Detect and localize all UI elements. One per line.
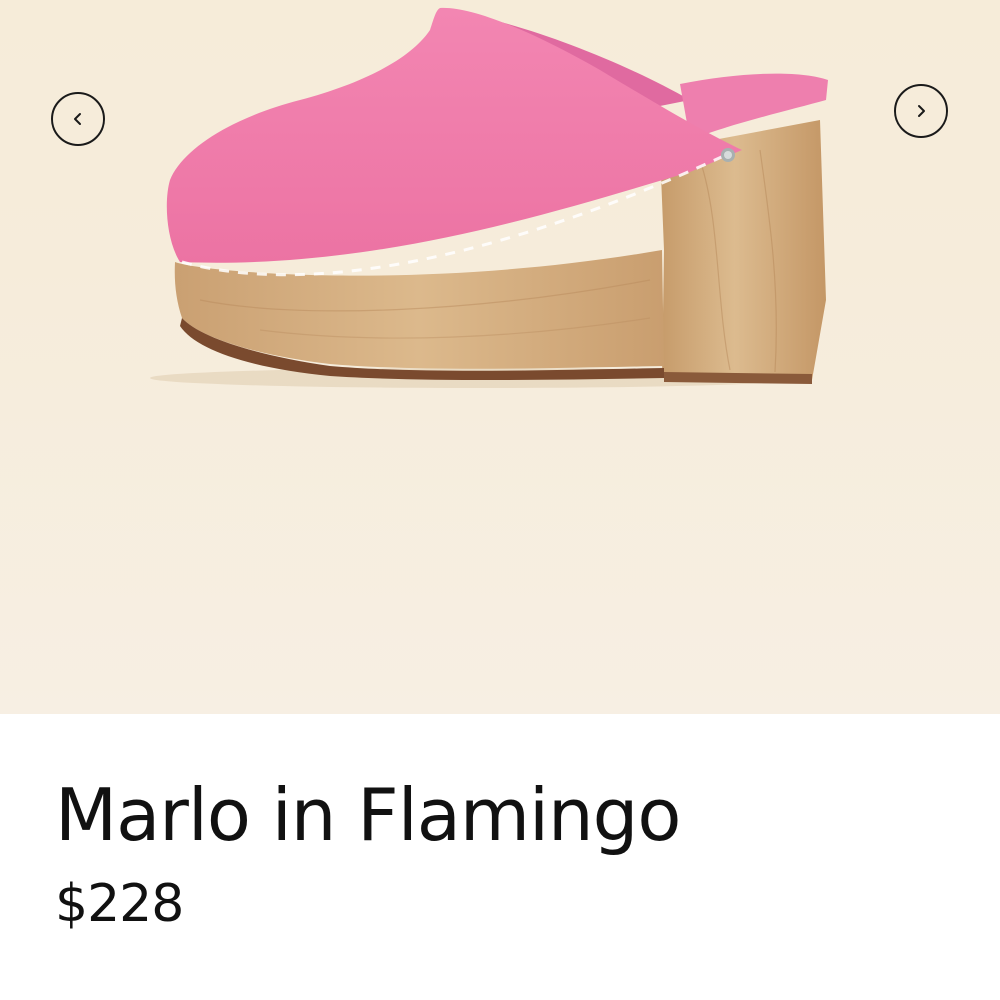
product-price: $228: [55, 874, 184, 934]
product-page: Marlo in Flamingo $228: [0, 0, 1000, 1000]
product-title: Marlo in Flamingo: [55, 773, 681, 857]
product-info: Marlo in Flamingo $228: [0, 714, 1000, 1000]
product-image: [0, 7, 1000, 714]
previous-image-button[interactable]: [51, 92, 105, 146]
product-image-gallery[interactable]: [0, 0, 1000, 714]
chevron-left-icon: [74, 113, 81, 125]
chevron-right-icon: [918, 105, 925, 117]
next-image-button[interactable]: [894, 84, 948, 138]
